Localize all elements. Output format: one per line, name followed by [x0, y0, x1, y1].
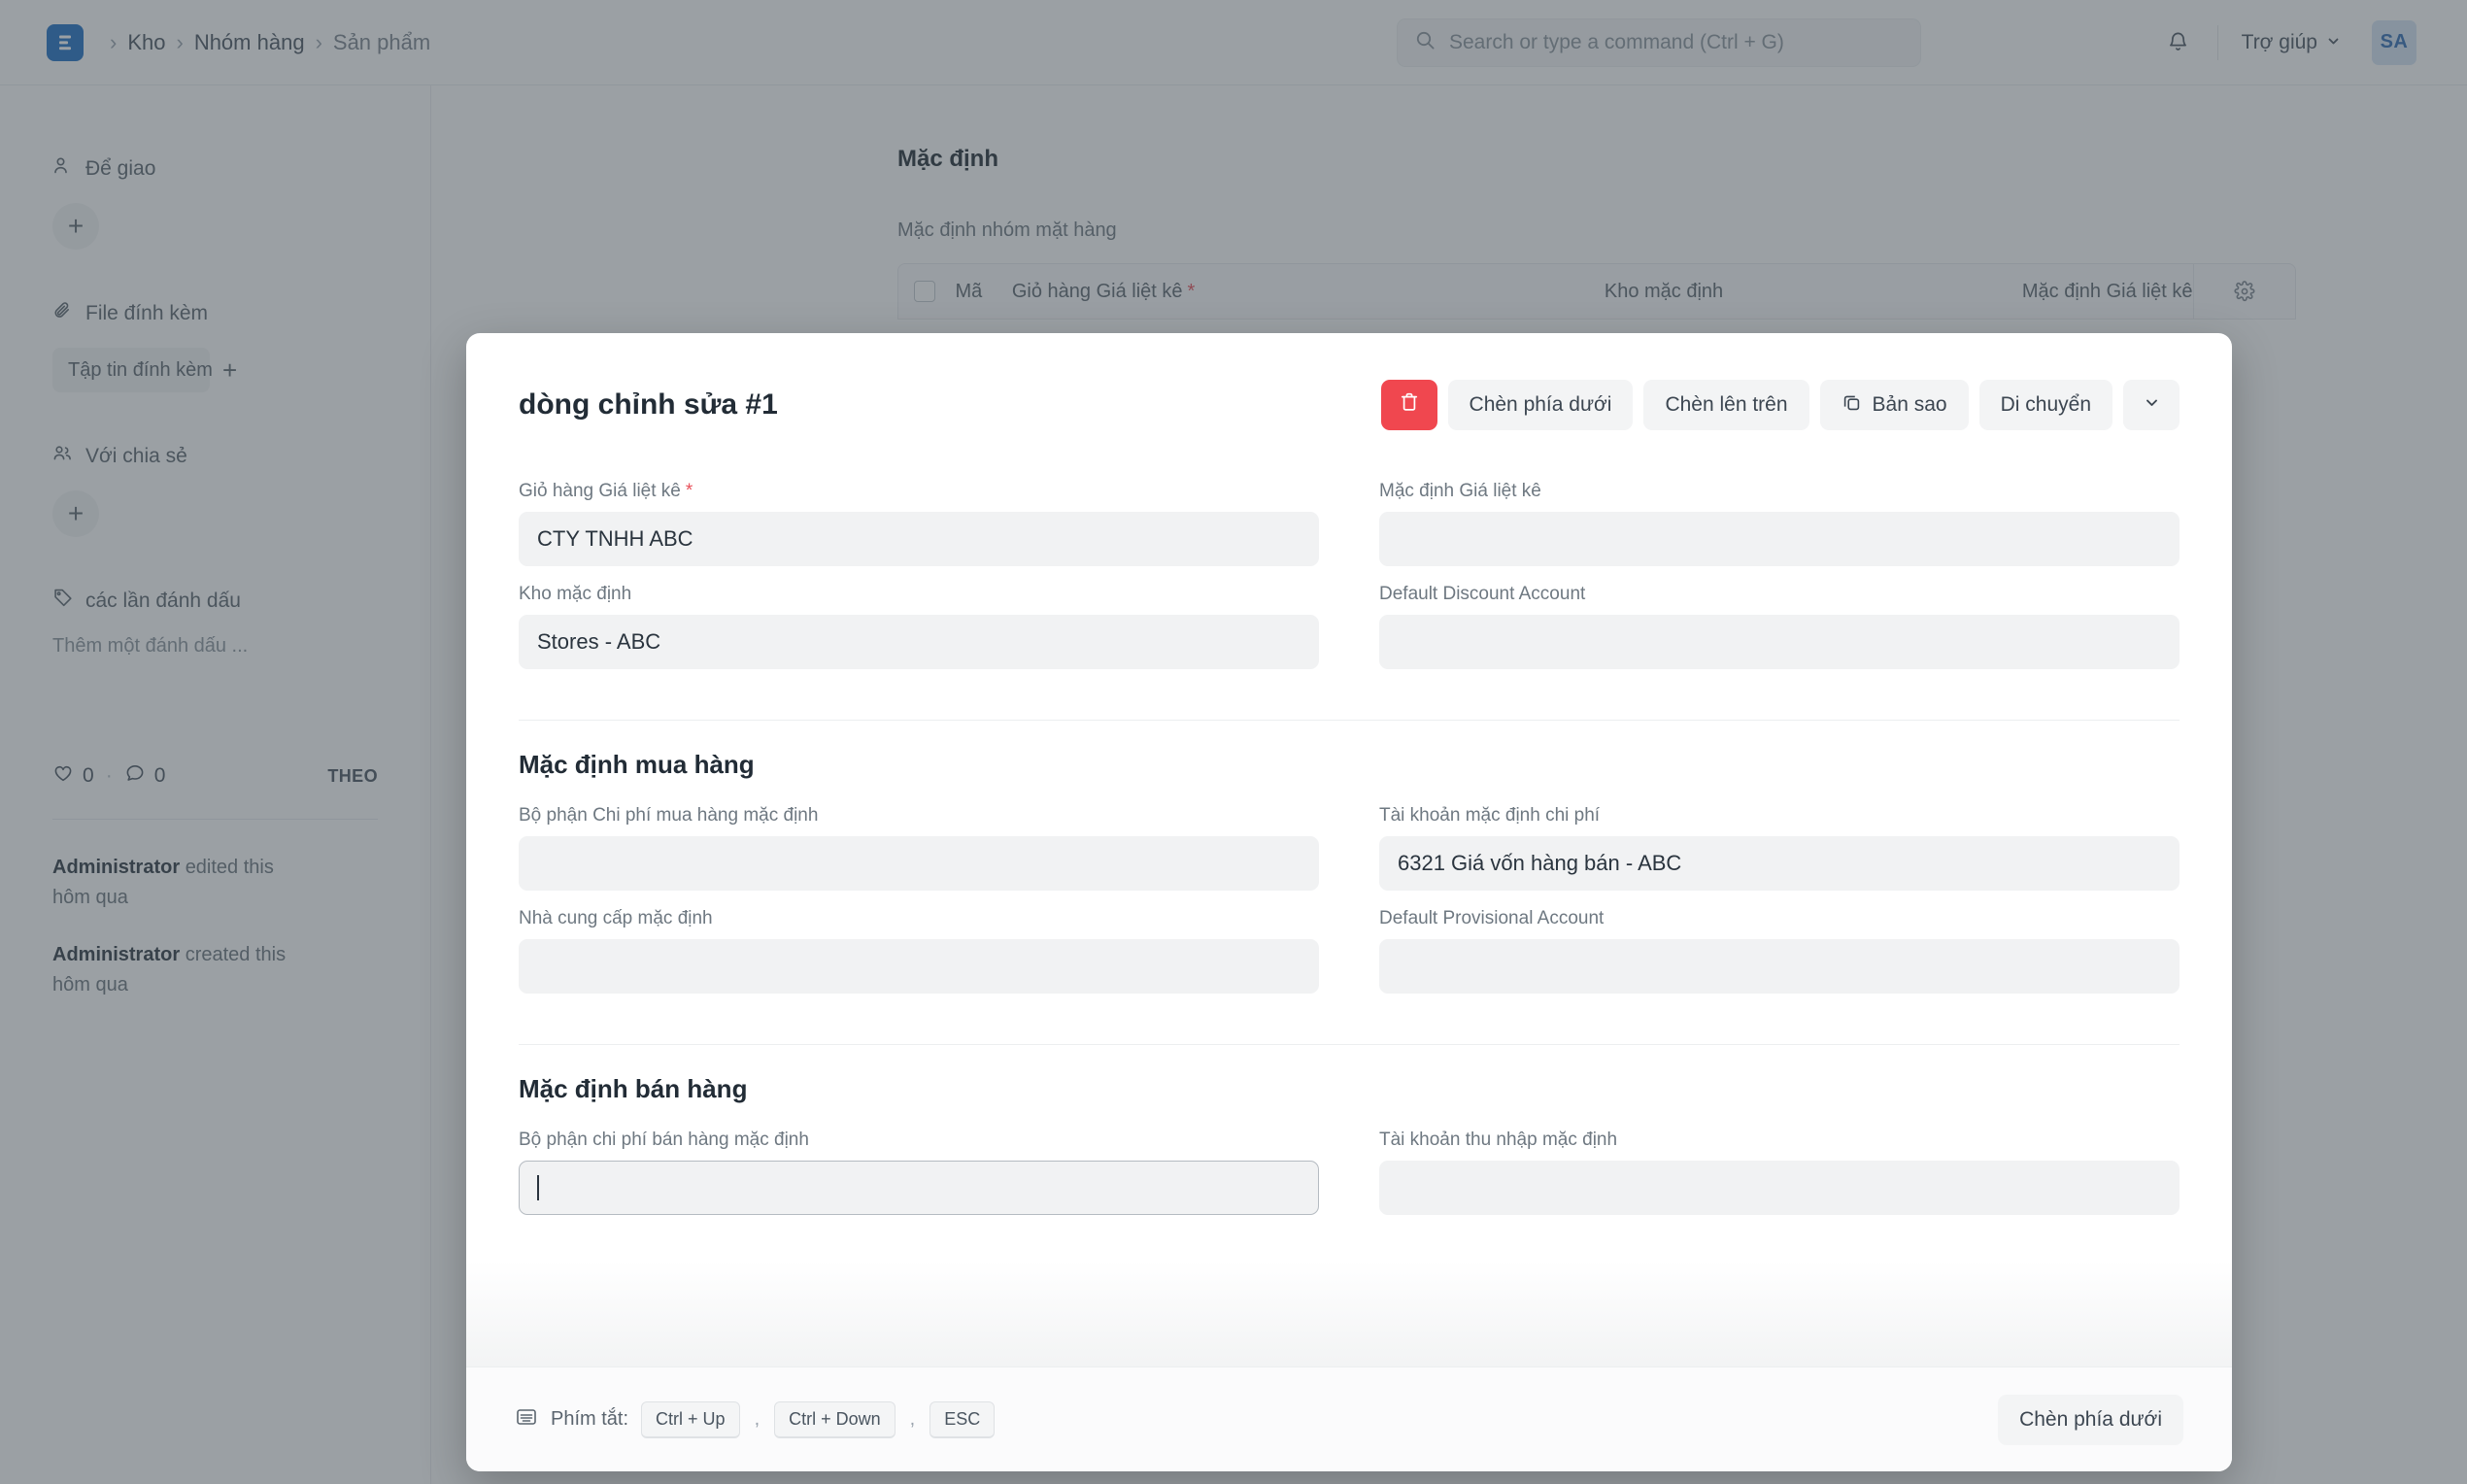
modal-section-selling-defaults: Mặc định bán hàng Bộ phận chi phí bán hà…	[519, 1074, 2180, 1232]
duplicate-label: Bản sao	[1872, 393, 1947, 416]
field-label-price-list: Giỏ hàng Giá liệt kê *	[519, 481, 1319, 502]
section-divider-1	[519, 720, 2180, 721]
modal-toolbar: Chèn phía dưới Chèn lên trên Bản sao Di …	[1380, 380, 2180, 430]
field-label-default-provisional-account: Default Provisional Account	[1379, 908, 1605, 928]
kbd-separator-2: ,	[909, 1408, 916, 1430]
shortcuts-label: Phím tắt:	[551, 1408, 629, 1430]
field-input-price-list[interactable]: CTY TNHH ABC	[519, 512, 1319, 566]
insert-above-button[interactable]: Chèn lên trên	[1643, 380, 1809, 430]
field-input-default-discount-account[interactable]	[1379, 615, 2180, 669]
footer-insert-below-button[interactable]: Chèn phía dưới	[1998, 1394, 2183, 1445]
keyboard-shortcuts: Phím tắt: Ctrl + Up , Ctrl + Down , ESC	[515, 1400, 996, 1438]
field-label-default-expense-account: Tài khoản mặc định chi phí	[1379, 805, 1601, 826]
modal-section-defaults: Giỏ hàng Giá liệt kê * CTY TNHH ABC Kho m…	[519, 481, 2180, 687]
field-default-income-account: Tài khoản thu nhập mặc định	[1379, 1130, 2180, 1215]
field-label-purchase-cost-center: Bộ phận Chi phí mua hàng mặc định	[519, 805, 819, 826]
field-default-supplier: Nhà cung cấp mặc định	[519, 908, 1319, 994]
text-cursor	[537, 1175, 539, 1200]
modal-header: dòng chỉnh sửa #1 Chèn phía dưới Chèn lê…	[519, 380, 2180, 430]
field-input-default-provisional-account[interactable]	[1379, 939, 2180, 994]
field-label-default-income-account: Tài khoản thu nhập mặc định	[1379, 1130, 1618, 1150]
kbd-esc: ESC	[929, 1400, 996, 1438]
field-label-default-warehouse: Kho mặc định	[519, 584, 632, 604]
section-title-selling-defaults: Mặc định bán hàng	[519, 1074, 748, 1103]
modal-section-purchase-defaults: Mặc định mua hàng Bộ phận Chi phí mua hà…	[519, 750, 2180, 1011]
field-purchase-cost-center: Bộ phận Chi phí mua hàng mặc định	[519, 805, 1319, 891]
field-label-selling-cost-center: Bộ phận chi phí bán hàng mặc định	[519, 1130, 809, 1150]
scroll-fade	[466, 1260, 2232, 1366]
section-purchase-right-column: Tài khoản mặc định chi phí 6321 Giá vốn …	[1379, 805, 2180, 1011]
field-default-discount-account: Default Discount Account	[1379, 584, 2180, 669]
field-label-text: Giỏ hàng Giá liệt kê	[519, 481, 681, 501]
section-defaults-left-column: Giỏ hàng Giá liệt kê * CTY TNHH ABC Kho m…	[519, 481, 1319, 687]
field-input-purchase-cost-center[interactable]	[519, 836, 1319, 891]
section-defaults-right-column: Mặc định Giá liệt kê Default Discount Ac…	[1379, 481, 2180, 687]
field-default-expense-account: Tài khoản mặc định chi phí 6321 Giá vốn …	[1379, 805, 2180, 891]
modal-footer: Phím tắt: Ctrl + Up , Ctrl + Down , ESC …	[466, 1366, 2232, 1471]
copy-icon	[1842, 392, 1862, 419]
kbd-ctrl-up: Ctrl + Up	[641, 1400, 740, 1438]
field-default-price-list: Mặc định Giá liệt kê	[1379, 481, 2180, 566]
modal-body: dòng chỉnh sửa #1 Chèn phía dưới Chèn lê…	[466, 333, 2232, 1366]
kbd-ctrl-down: Ctrl + Down	[774, 1400, 896, 1438]
insert-below-button[interactable]: Chèn phía dưới	[1447, 380, 1634, 430]
field-price-list: Giỏ hàng Giá liệt kê * CTY TNHH ABC	[519, 481, 1319, 566]
trash-icon	[1399, 391, 1420, 419]
field-default-provisional-account: Default Provisional Account	[1379, 908, 2180, 994]
duplicate-button[interactable]: Bản sao	[1819, 380, 1969, 430]
field-label-default-supplier: Nhà cung cấp mặc định	[519, 908, 713, 928]
more-actions-button[interactable]	[2123, 380, 2180, 430]
field-input-default-warehouse[interactable]: Stores - ABC	[519, 615, 1319, 669]
section-selling-left-column: Bộ phận chi phí bán hàng mặc định	[519, 1130, 1319, 1232]
field-input-selling-cost-center[interactable]	[519, 1161, 1319, 1215]
field-selling-cost-center: Bộ phận chi phí bán hàng mặc định	[519, 1130, 1319, 1215]
section-title-purchase-defaults: Mặc định mua hàng	[519, 750, 755, 779]
field-input-default-expense-account[interactable]: 6321 Giá vốn hàng bán - ABC	[1379, 836, 2180, 891]
required-asterisk: *	[685, 481, 693, 501]
field-input-default-supplier[interactable]	[519, 939, 1319, 994]
section-divider-2	[519, 1044, 2180, 1045]
field-input-default-price-list[interactable]	[1379, 512, 2180, 566]
delete-row-button[interactable]	[1380, 380, 1437, 430]
field-default-warehouse: Kho mặc định Stores - ABC	[519, 584, 1319, 669]
field-input-default-income-account[interactable]	[1379, 1161, 2180, 1215]
field-label-default-price-list: Mặc định Giá liệt kê	[1379, 481, 1541, 501]
section-purchase-left-column: Bộ phận Chi phí mua hàng mặc định Nhà cu…	[519, 805, 1319, 1011]
move-button[interactable]: Di chuyển	[1978, 380, 2112, 430]
field-label-default-discount-account: Default Discount Account	[1379, 584, 1586, 604]
modal-title: dòng chỉnh sửa #1	[519, 388, 778, 421]
kbd-separator-1: ,	[754, 1408, 760, 1430]
edit-row-modal: dòng chỉnh sửa #1 Chèn phía dưới Chèn lê…	[466, 333, 2232, 1471]
section-selling-right-column: Tài khoản thu nhập mặc định	[1379, 1130, 2180, 1232]
keyboard-icon	[515, 1405, 538, 1434]
chevron-down-icon	[2143, 393, 2161, 418]
